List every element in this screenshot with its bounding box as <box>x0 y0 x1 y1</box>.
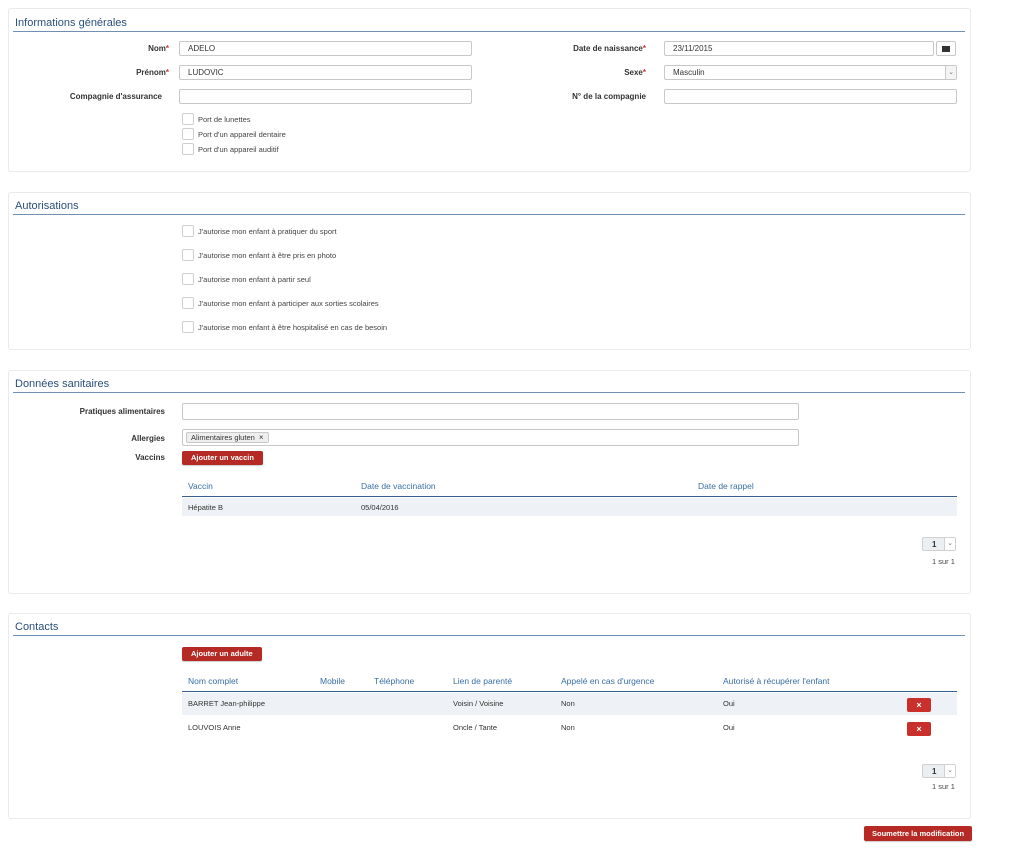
num-compagnie-label: N° de la compagnie <box>572 92 646 101</box>
checkbox-lunettes-label: Port de lunettes <box>198 115 251 124</box>
contact-cell-autorise: Oui <box>723 723 735 732</box>
contacts-table-header-line <box>182 691 957 692</box>
prenom-input[interactable]: LUDOVIC <box>179 65 472 80</box>
close-icon: × <box>916 700 922 710</box>
assurance-input[interactable] <box>179 89 472 104</box>
vaccine-col-rappel[interactable]: Date de rappel <box>698 481 754 491</box>
contacts-page-info: 1 sur 1 <box>932 782 955 791</box>
contacts-col-telephone[interactable]: Téléphone <box>374 676 414 686</box>
checkbox-photo-label: J'autorise mon enfant à être pris en pho… <box>198 251 337 260</box>
sexe-select[interactable]: Masculin <box>664 65 957 80</box>
vaccine-col-date[interactable]: Date de vaccination <box>361 481 436 491</box>
contact-cell-nom: LOUVOIS Anne <box>188 723 241 732</box>
assurance-label: Compagnie d'assurance <box>69 92 162 101</box>
chevron-down-icon[interactable]: ⌄ <box>944 765 955 777</box>
checkbox-partir-seul-label: J'autorise mon enfant à partir seul <box>198 275 311 284</box>
table-row[interactable] <box>182 498 957 516</box>
contacts-title: Contacts <box>15 621 59 633</box>
general-info-title: Informations générales <box>15 17 127 29</box>
contacts-panel: Contacts Ajouter un adulte Nom complet M… <box>8 613 971 819</box>
naissance-label: Date de naissance* <box>573 44 646 53</box>
contact-cell-lien: Voisin / Voisine <box>453 699 504 708</box>
autorisations-rule <box>13 214 965 215</box>
sanitaires-panel: Données sanitaires Pratiques alimentaire… <box>8 370 971 594</box>
contacts-page-select[interactable]: 1 ⌄ <box>922 764 956 778</box>
prenom-label: Prénom* <box>136 68 169 77</box>
nom-label: Nom* <box>148 44 169 53</box>
vaccine-page-info: 1 sur 1 <box>932 557 955 566</box>
allergy-tag: Alimentaires gluten × <box>186 432 269 443</box>
contact-cell-urgence: Non <box>561 699 575 708</box>
checkbox-hospitalise-label: J'autorise mon enfant à être hospitalisé… <box>198 323 388 332</box>
contacts-col-lien[interactable]: Lien de parenté <box>453 676 512 686</box>
checkbox-hospitalise[interactable] <box>182 321 194 333</box>
autorisations-title: Autorisations <box>15 200 79 212</box>
naissance-input[interactable]: 23/11/2015 <box>664 41 934 56</box>
checkbox-sorties[interactable] <box>182 297 194 309</box>
add-vaccine-button[interactable]: Ajouter un vaccin <box>182 451 263 465</box>
allergies-label: Allergies <box>131 434 165 443</box>
allergies-input[interactable] <box>182 429 799 446</box>
sanitaires-title: Données sanitaires <box>15 378 110 390</box>
contacts-rule <box>13 635 965 636</box>
checkbox-lunettes[interactable] <box>182 113 194 125</box>
autorisations-panel: Autorisations J'autorise mon enfant à pr… <box>8 192 971 350</box>
vaccine-table-header-line <box>182 496 957 497</box>
checkbox-sorties-label: J'autorise mon enfant à participer aux s… <box>198 299 379 308</box>
contacts-col-mobile[interactable]: Mobile <box>320 676 345 686</box>
sexe-label: Sexe* <box>624 68 646 77</box>
sanitaires-rule <box>13 392 965 393</box>
vaccine-cell-date: 05/04/2016 <box>361 503 399 512</box>
general-info-panel: Informations générales Nom* ADELO Prénom… <box>8 8 971 172</box>
vaccins-label: Vaccins <box>135 453 165 462</box>
chevron-down-icon[interactable]: ⌄ <box>944 538 955 550</box>
checkbox-auditif[interactable] <box>182 143 194 155</box>
calendar-icon <box>942 46 950 52</box>
delete-contact-button[interactable]: × <box>907 698 931 712</box>
chevron-down-icon[interactable]: ⌄ <box>945 66 956 79</box>
contacts-col-autorise[interactable]: Autorisé à récupérer l'enfant <box>723 676 830 686</box>
submit-button[interactable]: Soumettre la modification <box>864 826 973 841</box>
checkbox-dentaire-label: Port d'un appareil dentaire <box>198 130 286 139</box>
delete-contact-button[interactable]: × <box>907 722 931 736</box>
checkbox-dentaire[interactable] <box>182 128 194 140</box>
vaccine-page-select[interactable]: 1 ⌄ <box>922 537 956 551</box>
checkbox-auditif-label: Port d'un appareil auditif <box>198 145 279 154</box>
checkbox-sport-label: J'autorise mon enfant à pratiquer du spo… <box>198 227 337 236</box>
contacts-col-urgence[interactable]: Appelé en cas d'urgence <box>561 676 654 686</box>
contacts-col-nom[interactable]: Nom complet <box>188 676 238 686</box>
contacts-page-number: 1 <box>932 767 937 776</box>
nom-input[interactable]: ADELO <box>179 41 472 56</box>
vaccine-cell-name: Hépatite B <box>188 503 224 512</box>
general-info-rule <box>13 31 965 32</box>
contact-cell-nom: BARRET Jean-philippe <box>188 699 265 708</box>
add-adult-button[interactable]: Ajouter un adulte <box>182 647 262 661</box>
pratiques-label: Pratiques alimentaires <box>79 407 165 416</box>
vaccine-page-number: 1 <box>932 540 937 549</box>
checkbox-partir-seul[interactable] <box>182 273 194 285</box>
checkbox-sport[interactable] <box>182 225 194 237</box>
checkbox-photo[interactable] <box>182 249 194 261</box>
close-icon: × <box>916 724 922 734</box>
allergy-tag-label: Alimentaires gluten <box>191 433 255 442</box>
calendar-button[interactable] <box>936 41 956 56</box>
contact-cell-urgence: Non <box>561 723 575 732</box>
pratiques-input[interactable] <box>182 403 799 420</box>
num-compagnie-input[interactable] <box>664 89 957 104</box>
vaccine-col-vaccin[interactable]: Vaccin <box>188 481 213 491</box>
contact-cell-lien: Oncle / Tante <box>453 723 498 732</box>
contact-cell-autorise: Oui <box>723 699 735 708</box>
remove-tag-icon[interactable]: × <box>259 433 264 442</box>
